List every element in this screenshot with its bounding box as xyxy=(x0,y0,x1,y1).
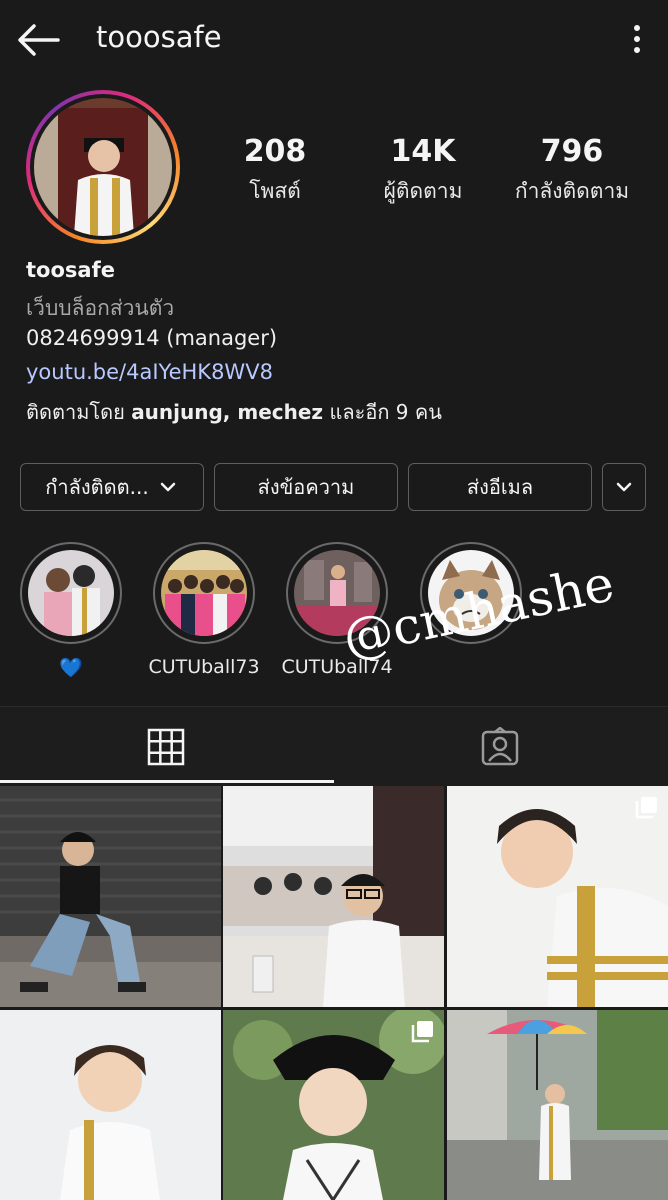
avatar xyxy=(34,98,172,236)
active-tab-indicator xyxy=(0,780,334,783)
followed-by-prefix: ติดตามโดย xyxy=(26,400,125,424)
message-button-label: ส่งข้อความ xyxy=(257,475,355,499)
grid-icon[interactable] xyxy=(146,727,186,767)
grid-post[interactable] xyxy=(223,1010,444,1200)
followed-by-suffix: และอีก 9 คน xyxy=(329,400,442,424)
message-button[interactable]: ส่งข้อความ xyxy=(214,463,398,511)
following-count: 796 xyxy=(540,134,604,169)
profile-category: เว็บบล็อกส่วนตัว xyxy=(26,296,175,320)
grid-post[interactable] xyxy=(447,786,668,1007)
highlight-thumbnail xyxy=(28,550,114,636)
profile-phone[interactable]: 0824699914 (manager) xyxy=(26,326,277,350)
following-label: กำลังติดตาม xyxy=(514,179,630,203)
multiple-photos-icon xyxy=(635,797,657,819)
stat-followers[interactable]: 14K ผู้ติดตาม xyxy=(370,134,476,208)
followers-label: ผู้ติดตาม xyxy=(383,179,463,203)
email-button[interactable]: ส่งอีเมล xyxy=(408,463,592,511)
top-bar: tooosafe xyxy=(0,0,668,80)
profile-tabs xyxy=(0,706,668,786)
multiple-photos-icon xyxy=(411,1021,433,1043)
suggested-accounts-button[interactable] xyxy=(602,463,646,511)
followed-by[interactable]: ติดตามโดย aunjung, mechez และอีก 9 คน xyxy=(26,396,442,428)
highlight-label: CUTUball73 xyxy=(148,656,260,678)
highlight-item[interactable]: 💙 xyxy=(20,542,122,679)
email-button-label: ส่งอีเมล xyxy=(466,475,534,499)
followers-count: 14K xyxy=(390,134,456,169)
grid-post[interactable] xyxy=(0,1010,221,1200)
arrow-left-icon[interactable] xyxy=(14,20,62,60)
followed-by-names: aunjung, mechez xyxy=(131,400,324,424)
highlight-label: 💙 xyxy=(59,657,83,679)
following-button-label: กำลังติดต... xyxy=(45,475,149,499)
grid-post[interactable] xyxy=(447,1010,668,1200)
highlight-item[interactable]: CUTUball73 xyxy=(148,542,260,678)
avatar-story-ring[interactable] xyxy=(26,90,180,244)
stat-posts[interactable]: 208 โพสต์ xyxy=(230,134,320,208)
grid-post[interactable] xyxy=(0,786,221,1007)
following-button[interactable]: กำลังติดต... xyxy=(20,463,204,511)
profile-name: toosafe xyxy=(26,258,115,282)
grid-post[interactable] xyxy=(223,786,444,1007)
profile-username-title: tooosafe xyxy=(96,20,222,54)
chevron-down-icon xyxy=(616,482,632,492)
chevron-down-icon xyxy=(160,482,175,492)
profile-link[interactable]: youtu.be/4aIYeHK8WV8 xyxy=(26,360,273,384)
more-vertical-icon[interactable] xyxy=(622,22,652,56)
posts-label: โพสต์ xyxy=(249,179,301,203)
highlight-thumbnail xyxy=(161,550,247,636)
tagged-icon[interactable] xyxy=(480,727,520,767)
post-grid xyxy=(0,786,668,1200)
stat-following[interactable]: 796 กำลังติดตาม xyxy=(504,134,640,208)
posts-count: 208 xyxy=(243,134,307,169)
